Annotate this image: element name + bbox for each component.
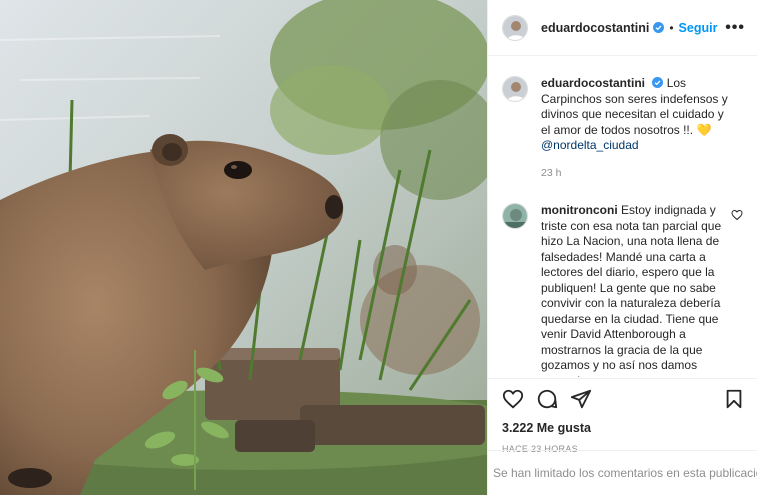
mention-link[interactable]: @nordelta_ciudad	[541, 138, 639, 152]
avatar-image	[503, 15, 527, 40]
post-header: eduardocostantini • Seguir •••	[488, 0, 757, 56]
commenter-avatar[interactable]	[502, 203, 528, 229]
caption-text-block: eduardocostantini Los Carpinchos son ser…	[541, 76, 729, 181]
comment-bubble-icon[interactable]	[536, 388, 558, 410]
instagram-post: eduardocostantini • Seguir ••• eduardoco…	[0, 0, 757, 495]
verified-badge-icon	[653, 22, 665, 33]
avatar-image	[503, 77, 527, 101]
capybara-photo	[0, 0, 487, 495]
post-sidebar: eduardocostantini • Seguir ••• eduardoco…	[487, 0, 757, 495]
follow-button[interactable]: Seguir	[679, 21, 718, 35]
comment-item: monitronconi Estoy indignada y triste co…	[502, 203, 745, 377]
post-actions: 3.222 Me gusta HACE 23 HORAS	[488, 378, 757, 454]
save-bookmark-icon[interactable]	[723, 388, 745, 410]
like-comment-heart-icon[interactable]	[731, 209, 743, 221]
comment-text-block: monitronconi Estoy indignada y triste co…	[541, 203, 729, 377]
separator-dot: •	[669, 20, 674, 35]
like-count[interactable]: 3.222 Me gusta	[502, 421, 745, 435]
author-username[interactable]: eduardocostantini	[541, 21, 649, 35]
caption-username[interactable]: eduardocostantini	[541, 76, 645, 90]
action-icons	[502, 387, 745, 411]
verified-badge-icon	[652, 77, 664, 88]
caption-avatar[interactable]	[502, 76, 528, 102]
share-paper-plane-icon[interactable]	[570, 388, 592, 410]
comments-limited-notice: Se han limitado los comentarios en esta …	[488, 450, 757, 495]
more-options-icon[interactable]: •••	[725, 19, 745, 37]
caption: eduardocostantini Los Carpinchos son ser…	[502, 76, 745, 181]
comment-text: Estoy indignada y triste con esa nota ta…	[541, 203, 722, 377]
commenter-username[interactable]: monitronconi	[541, 203, 618, 217]
like-heart-icon[interactable]	[502, 388, 524, 410]
author-avatar[interactable]	[502, 14, 528, 41]
caption-timestamp[interactable]: 23 h	[541, 166, 729, 182]
post-photo[interactable]	[0, 0, 487, 495]
comments-section: eduardocostantini Los Carpinchos son ser…	[488, 56, 757, 377]
yellow-heart-emoji: 💛	[696, 122, 712, 137]
avatar-image	[503, 204, 527, 228]
